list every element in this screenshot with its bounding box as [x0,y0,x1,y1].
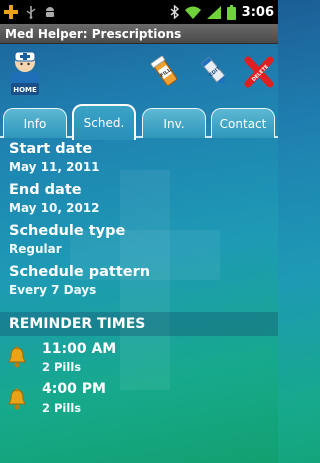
bell-icon [8,388,26,410]
schedule-pattern-value: Every 7 Days [9,283,97,297]
tab-bar: Info Sched. Inv. Contact [0,104,278,140]
reminder-item[interactable]: 11:00 AM 2 Pills [0,338,278,378]
status-time: 3:06 [241,4,274,20]
home-button[interactable]: HOME [8,50,42,96]
reminder-item[interactable]: 4:00 PM 2 Pills [0,380,278,420]
end-date-field: End date May 10, 2012 [0,181,278,216]
schedule-pattern-field: Schedule pattern Every 7 Days [0,263,278,298]
toolbar: HOME FILL EDIT DELETE [0,44,278,102]
bluetooth-icon [170,5,179,19]
plus-icon [4,5,18,19]
tab-inventory-label: Inv. [163,116,185,131]
tab-info-label: Info [23,116,47,131]
home-label: HOME [13,86,37,94]
start-date-label: Start date [9,141,93,157]
signal-icon [206,5,221,19]
edit-button[interactable]: EDIT [200,56,230,88]
bell-icon [8,346,26,368]
start-date-value: May 11, 2011 [9,160,100,174]
schedule-pattern-label: Schedule pattern [9,264,151,280]
schedule-type-value: Regular [9,242,62,256]
tab-schedule-label: Sched. [83,116,125,130]
tab-inventory[interactable]: Inv. [142,108,206,138]
battery-icon [226,4,236,20]
tab-schedule[interactable]: Sched. [72,104,136,140]
fill-button[interactable]: FILL [150,56,180,88]
end-date-value: May 10, 2012 [9,201,100,215]
end-date-label: End date [9,182,82,198]
tab-contact-label: Contact [219,116,267,131]
android-icon [46,7,54,17]
schedule-details: Start date May 11, 2011 End date May 10,… [0,140,278,304]
wifi-icon [184,6,201,19]
tab-info[interactable]: Info [3,108,67,138]
reminder-time: 4:00 PM [42,381,106,397]
app-title-bar: Med Helper: Prescriptions [0,24,278,44]
schedule-type-field: Schedule type Regular [0,222,278,257]
start-date-field: Start date May 11, 2011 [0,140,278,175]
tab-contact[interactable]: Contact [211,108,275,138]
reminder-time: 11:00 AM [42,341,117,357]
reminder-times-title: REMINDER TIMES [9,316,146,332]
delete-button[interactable]: DELETE [244,56,274,88]
reminder-times-header: REMINDER TIMES [0,312,278,336]
app-title: Med Helper: Prescriptions [5,26,182,41]
schedule-type-label: Schedule type [9,223,126,239]
reminder-quantity: 2 Pills [42,360,82,374]
usb-icon [26,6,36,19]
reminder-quantity: 2 Pills [42,401,82,415]
status-bar: 3:06 [0,0,278,24]
